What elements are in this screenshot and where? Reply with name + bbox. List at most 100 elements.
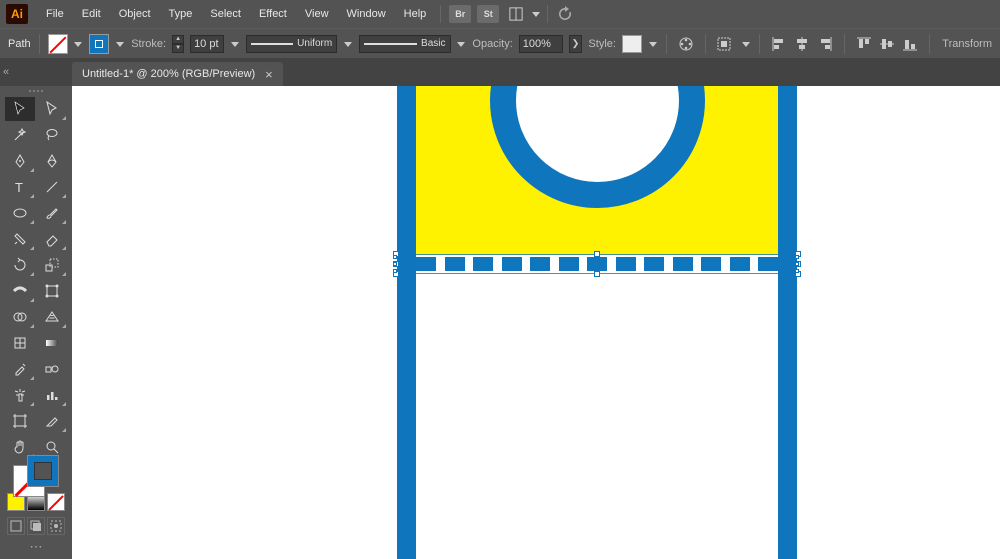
document-tab-strip: Untitled-1* @ 200% (RGB/Preview) ×: [0, 58, 1000, 86]
fill-dropdown[interactable]: [74, 35, 84, 53]
align-bottom-button[interactable]: [899, 33, 921, 55]
stroke-weight-field[interactable]: 10 pt: [190, 35, 224, 53]
menu-bar: Ai File Edit Object Type Select Effect V…: [0, 0, 1000, 28]
separator: [929, 34, 930, 54]
separator: [759, 34, 760, 54]
blend-tool[interactable]: [37, 357, 67, 381]
shirt-left-stripe: [397, 86, 416, 559]
ellipse-tool[interactable]: [5, 201, 35, 225]
brush-dropdown[interactable]: [457, 35, 467, 53]
opacity-field[interactable]: 100%: [519, 35, 563, 53]
align-hcenter-button[interactable]: [791, 33, 813, 55]
vertical-align-group: [853, 33, 921, 55]
lasso-tool[interactable]: [37, 123, 67, 147]
align-to-button[interactable]: [714, 33, 736, 55]
main-area: T: [0, 86, 1000, 559]
menu-edit[interactable]: Edit: [74, 4, 109, 24]
eyedropper-tool[interactable]: [5, 357, 35, 381]
stroke-weight-dropdown[interactable]: [230, 35, 240, 53]
toolbox-more[interactable]: ⋯: [30, 539, 43, 555]
perspective-grid-tool[interactable]: [37, 305, 67, 329]
style-label: Style:: [588, 38, 616, 50]
align-left-button[interactable]: [768, 33, 790, 55]
selection-tool[interactable]: [5, 97, 35, 121]
curvature-tool[interactable]: [37, 149, 67, 173]
opacity-dropdown[interactable]: ❯: [569, 35, 583, 53]
recolor-artwork-button[interactable]: [675, 33, 697, 55]
artwork: [397, 86, 797, 559]
tab-scroll-chevron[interactable]: «: [0, 58, 12, 86]
sync-settings-icon[interactable]: [554, 5, 576, 23]
fill-stroke-indicator[interactable]: [13, 465, 59, 487]
brush-definition[interactable]: Basic: [359, 35, 450, 53]
menu-effect[interactable]: Effect: [251, 4, 295, 24]
fill-swatch[interactable]: [48, 34, 68, 54]
separator: [705, 34, 706, 54]
none-swatch[interactable]: [47, 493, 65, 511]
panel-grip[interactable]: [16, 90, 56, 92]
align-right-button[interactable]: [814, 33, 836, 55]
shape-builder-tool[interactable]: [5, 305, 35, 329]
menu-select[interactable]: Select: [202, 4, 249, 24]
separator: [844, 34, 845, 54]
draw-behind[interactable]: [27, 517, 45, 535]
draw-normal[interactable]: [7, 517, 25, 535]
control-bar: Path Stroke: ▲▼ 10 pt Uniform Basic Opac…: [0, 28, 1000, 58]
type-tool[interactable]: T: [5, 175, 35, 199]
draw-mode-row: [7, 517, 65, 535]
shaper-tool[interactable]: [5, 227, 35, 251]
stroke-dropdown[interactable]: [115, 35, 125, 53]
toolbox-panel: T: [0, 86, 72, 559]
symbol-sprayer-tool[interactable]: [5, 383, 35, 407]
selected-dashed-stroke[interactable]: [416, 257, 778, 271]
slice-tool[interactable]: [37, 409, 67, 433]
graphic-style-dropdown[interactable]: [648, 35, 658, 53]
opacity-label: Opacity:: [472, 38, 512, 50]
app-logo: Ai: [6, 4, 28, 24]
document-tab[interactable]: Untitled-1* @ 200% (RGB/Preview) ×: [72, 62, 283, 86]
document-canvas[interactable]: [72, 86, 1000, 559]
magic-wand-tool[interactable]: [5, 123, 35, 147]
rotate-tool[interactable]: [5, 253, 35, 277]
transform-panel-link[interactable]: Transform: [942, 38, 992, 50]
document-tab-title: Untitled-1* @ 200% (RGB/Preview): [82, 68, 255, 80]
separator: [666, 34, 667, 54]
pen-tool[interactable]: [5, 149, 35, 173]
horizontal-align-group: [768, 33, 836, 55]
bridge-button[interactable]: Br: [449, 5, 471, 23]
menu-file[interactable]: File: [38, 4, 72, 24]
variable-width-profile[interactable]: Uniform: [246, 35, 337, 53]
close-tab-button[interactable]: ×: [265, 68, 273, 81]
menu-window[interactable]: Window: [339, 4, 394, 24]
menu-help[interactable]: Help: [396, 4, 435, 24]
stroke-swatch[interactable]: [89, 34, 109, 54]
column-graph-tool[interactable]: [37, 383, 67, 407]
menu-object[interactable]: Object: [111, 4, 159, 24]
stroke-indicator[interactable]: [27, 455, 59, 487]
paintbrush-tool[interactable]: [37, 201, 67, 225]
tool-grid: T: [5, 97, 67, 459]
artboard-tool[interactable]: [5, 409, 35, 433]
direct-selection-tool[interactable]: [37, 97, 67, 121]
separator: [39, 34, 40, 54]
draw-inside[interactable]: [47, 517, 65, 535]
align-to-dropdown[interactable]: [741, 35, 751, 53]
graphic-style-swatch[interactable]: [622, 35, 642, 53]
scale-tool[interactable]: [37, 253, 67, 277]
menu-type[interactable]: Type: [161, 4, 201, 24]
stroke-weight-stepper[interactable]: ▲▼: [172, 35, 184, 53]
svg-text:T: T: [15, 180, 23, 195]
eraser-tool[interactable]: [37, 227, 67, 251]
line-segment-tool[interactable]: [37, 175, 67, 199]
width-tool[interactable]: [5, 279, 35, 303]
gradient-tool[interactable]: [37, 331, 67, 355]
align-top-button[interactable]: [853, 33, 875, 55]
menu-view[interactable]: View: [297, 4, 337, 24]
variable-width-dropdown[interactable]: [343, 35, 353, 53]
align-vcenter-button[interactable]: [876, 33, 898, 55]
arrange-documents-button[interactable]: [505, 5, 527, 23]
stock-button[interactable]: St: [477, 5, 499, 23]
arrange-dropdown[interactable]: [531, 5, 541, 23]
free-transform-tool[interactable]: [37, 279, 67, 303]
mesh-tool[interactable]: [5, 331, 35, 355]
